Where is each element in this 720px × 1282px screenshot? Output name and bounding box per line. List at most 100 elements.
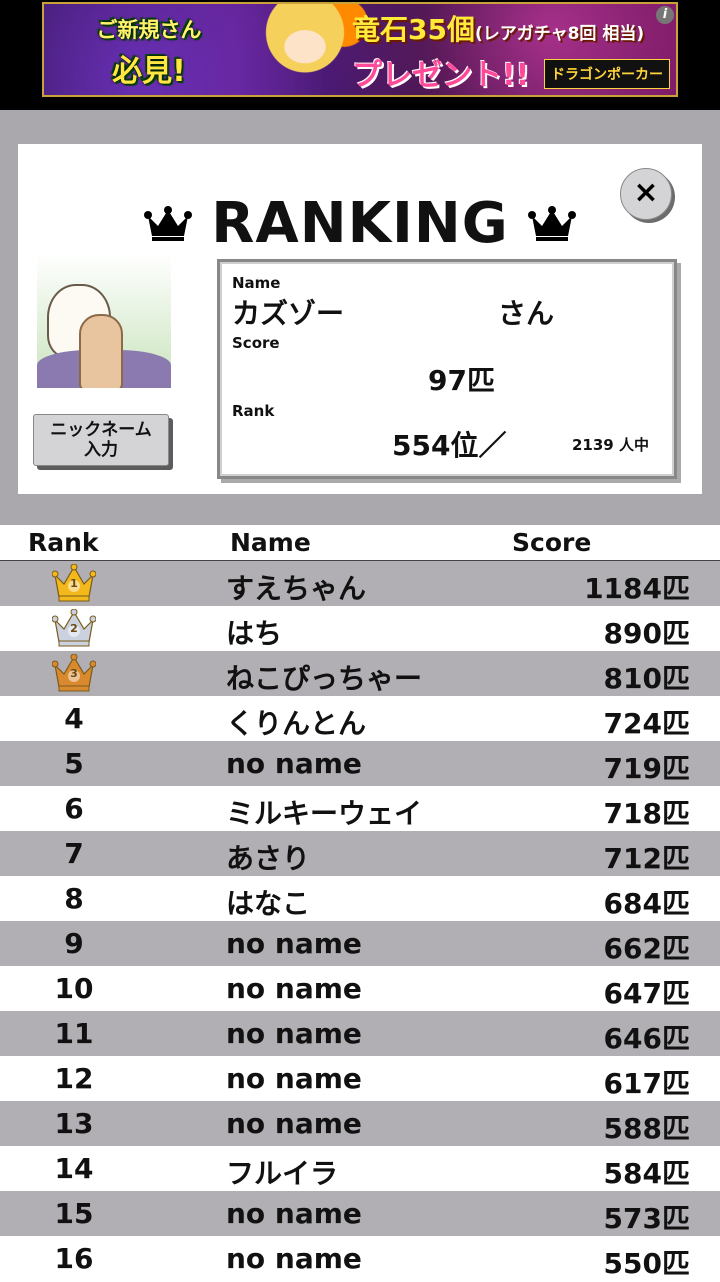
score-label: Score [232, 334, 280, 352]
ranking-row: 13 no name 588匹 [0, 1101, 720, 1146]
score-cell: 573匹 [603, 1202, 690, 1235]
player-name-cell: はなこ [226, 887, 311, 920]
score-cell: 712匹 [603, 842, 690, 875]
score-cell: 646匹 [603, 1022, 690, 1055]
ranking-row: 10 no name 647匹 [0, 966, 720, 1011]
score-cell: 719匹 [603, 752, 690, 785]
rank-number: 12 [54, 1062, 94, 1095]
ad-offer: 竜石35個 [352, 13, 475, 46]
player-name-cell: no name [226, 1017, 362, 1050]
player-name: カズゾー [232, 297, 345, 330]
player-name-cell: no name [226, 927, 362, 960]
rank-number: 11 [54, 1017, 94, 1050]
ranking-row: 11 no name 646匹 [0, 1011, 720, 1056]
score-cell: 588匹 [603, 1112, 690, 1145]
gold-crown-medal-icon: 1 [51, 563, 97, 602]
name-label: Name [232, 274, 281, 292]
ranking-row: 3 ねこぴっちゃー 810匹 [0, 651, 720, 696]
player-name-cell: はち [226, 617, 283, 650]
score-cell: 662匹 [603, 932, 690, 965]
rank-number: 9 [64, 927, 84, 960]
player-name-cell: ねこぴっちゃー [226, 662, 423, 695]
ranking-row: 4 くりんとん 724匹 [0, 696, 720, 741]
score-cell: 584匹 [603, 1157, 690, 1190]
rank-number: 2 [70, 622, 78, 635]
column-headers: Rank Name Score [0, 525, 720, 561]
rank-label: Rank [232, 402, 275, 420]
ad-bar: ご新規さん 必見! 竜石35個(レアガチャ8回 相当) プレゼント!! ドラゴン… [0, 0, 720, 110]
score-cell: 684匹 [603, 887, 690, 920]
ranking-row: 6 ミルキーウェイ 718匹 [0, 786, 720, 831]
ranking-row: 9 no name 662匹 [0, 921, 720, 966]
ranking-list[interactable]: 1 すえちゃん 1184匹 2 はち 890匹 3 ねこぴっちゃー 810匹 4 くりんとん 724匹… [0, 561, 720, 1281]
rank-number: 10 [54, 972, 94, 1005]
title-row: RANKING [18, 194, 702, 254]
ad-offer-note: (レアガチャ8回 相当) [474, 24, 645, 44]
score-cell: 890匹 [603, 617, 690, 650]
rank-number: 5 [64, 747, 84, 780]
score-cell: 1184匹 [584, 572, 690, 605]
score-cell: 617匹 [603, 1067, 690, 1100]
avatar [37, 254, 171, 388]
player-name-cell: no name [226, 1062, 362, 1095]
crown-icon [144, 206, 193, 241]
ad-left-line1: ご新規さん [96, 18, 202, 42]
player-name-cell: no name [226, 1197, 362, 1230]
score-cell: 647匹 [603, 977, 690, 1010]
page-title: RANKING [211, 191, 509, 256]
ad-right-line1: 竜石35個(レアガチャ8回 相当) [352, 8, 676, 48]
nickname-button[interactable]: ニックネーム 入力 [33, 414, 169, 466]
ranking-row: 8 はなこ 684匹 [0, 876, 720, 921]
ranking-row: 1 すえちゃん 1184匹 [0, 561, 720, 606]
rank-number: 8 [64, 882, 84, 915]
player-rank: 554位／ [392, 429, 507, 462]
ad-left-line2: 必見! [112, 54, 186, 89]
rank-number: 4 [64, 702, 84, 735]
ad-info-icon[interactable]: i [656, 6, 674, 24]
rank-number: 7 [64, 837, 84, 870]
close-button[interactable]: × [620, 168, 672, 220]
player-score: 97匹 [428, 364, 495, 397]
player-name-cell: あさり [226, 842, 311, 875]
player-name-cell: フルイラ [226, 1157, 339, 1190]
player-name-suffix: さん [498, 297, 555, 330]
ranking-row: 7 あさり 712匹 [0, 831, 720, 876]
finger-illustration [79, 314, 123, 388]
ranking-row: 12 no name 617匹 [0, 1056, 720, 1101]
score-cell: 718匹 [603, 797, 690, 830]
ad-banner[interactable]: ご新規さん 必見! 竜石35個(レアガチャ8回 相当) プレゼント!! ドラゴン… [42, 2, 678, 97]
rank-number: 16 [54, 1242, 94, 1275]
silver-crown-medal-icon: 2 [51, 608, 97, 647]
rank-number: 3 [70, 667, 78, 680]
player-name-cell: すえちゃん [226, 572, 367, 605]
ranking-row: 14 フルイラ 584匹 [0, 1146, 720, 1191]
rank-number: 13 [54, 1107, 94, 1140]
score-cell: 724匹 [603, 707, 690, 740]
player-name-cell: くりんとん [226, 707, 367, 740]
ad-left-text: ご新規さん 必見! [64, 10, 234, 90]
bronze-crown-medal-icon: 3 [51, 653, 97, 692]
column-header-rank: Rank [28, 528, 99, 557]
player-name-cell: ミルキーウェイ [226, 797, 423, 830]
ranking-row: 15 no name 573匹 [0, 1191, 720, 1236]
ranking-row: 2 はち 890匹 [0, 606, 720, 651]
rank-number: 15 [54, 1197, 94, 1230]
ranking-row: 5 no name 719匹 [0, 741, 720, 786]
column-header-score: Score [512, 528, 592, 557]
ranking-row: 16 no name 550匹 [0, 1236, 720, 1281]
score-cell: 810匹 [603, 662, 690, 695]
score-cell: 550匹 [603, 1247, 690, 1280]
ad-logo: ドラゴンポーカー [544, 59, 670, 89]
column-header-name: Name [230, 528, 311, 557]
ad-character-image [240, 4, 370, 95]
player-name-cell: no name [226, 1107, 362, 1140]
player-name-cell: no name [226, 1242, 362, 1275]
player-name-cell: no name [226, 972, 362, 1005]
title-card: RANKING × ニックネーム 入力 Name カズゾー さん Score 9… [18, 144, 702, 494]
rank-number: 6 [64, 792, 84, 825]
player-name-cell: no name [226, 747, 362, 780]
rank-number: 1 [70, 577, 78, 590]
rank-number: 14 [54, 1152, 94, 1185]
crown-icon [527, 206, 576, 241]
player-rank-total: 2139 人中 [572, 436, 649, 454]
